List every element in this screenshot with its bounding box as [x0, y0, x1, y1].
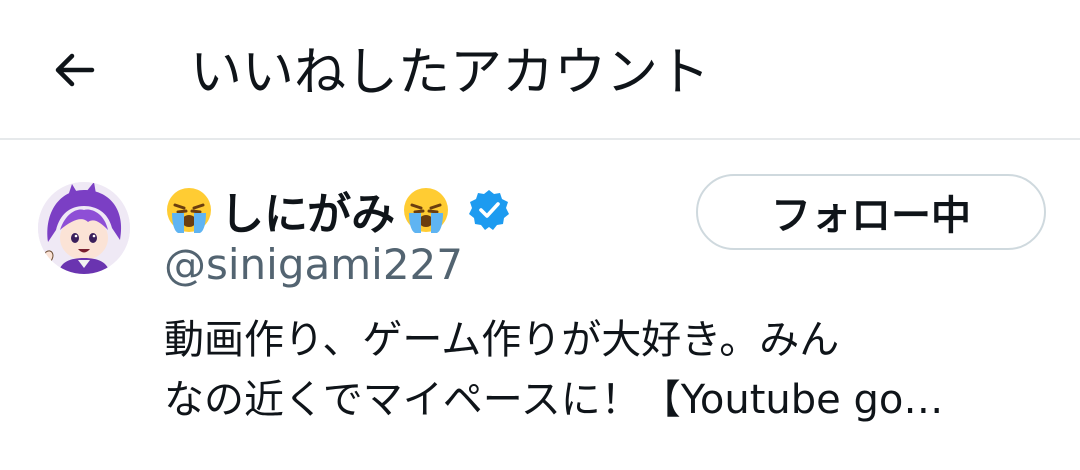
- loudly-crying-face-emoji-icon: [167, 188, 211, 233]
- user-handle[interactable]: @sinigami227: [164, 240, 463, 289]
- loudly-crying-face-emoji-icon: [404, 188, 449, 233]
- arrow-left-icon: [55, 53, 95, 87]
- display-name: しにがみ: [220, 189, 396, 240]
- avatar[interactable]: [38, 182, 130, 274]
- verified-badge-icon: [469, 190, 510, 230]
- user-bio: 動画作り、ゲーム作りが大好き。みん なの近くでマイペースに！【Youtube g…: [164, 310, 1054, 430]
- bio-line: なの近くでマイペースに！【Youtube go…: [164, 377, 944, 423]
- avatar-image: [38, 182, 130, 274]
- top-app-bar: いいねしたアカウント: [0, 0, 1080, 140]
- following-button[interactable]: フォロー中: [696, 174, 1046, 250]
- display-name-row[interactable]: しにがみ: [164, 180, 511, 240]
- bio-line: 動画作り、ゲーム作りが大好き。みん: [164, 317, 840, 363]
- user-cell[interactable]: しにがみ @sinigami227 フォロー中 動画作り、ゲーム作りが大好き。み…: [0, 142, 1080, 470]
- page-title: いいねしたアカウント: [190, 43, 711, 103]
- back-button[interactable]: [44, 40, 104, 100]
